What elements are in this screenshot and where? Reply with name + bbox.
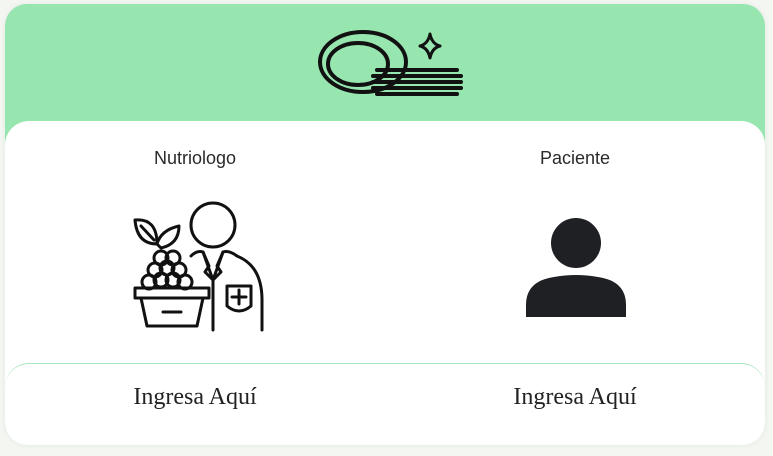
- nutritionist-title: Nutriologo: [153, 148, 237, 168]
- person-icon: [526, 218, 626, 317]
- nutritionist-icon: [133, 201, 264, 332]
- patient-login-link[interactable]: Ingresa Aquí: [385, 384, 765, 411]
- plates-stack-icon: [318, 30, 463, 96]
- role-selection-panel: Nutriologo Paciente Ingresa Aquí Ingresa…: [5, 121, 765, 445]
- login-card: Nutriologo Paciente Ingresa Aquí Ingresa…: [5, 4, 765, 445]
- patient-title: Paciente: [539, 148, 611, 168]
- login-actions: Ingresa Aquí Ingresa Aquí: [5, 363, 765, 445]
- nutritionist-login-link[interactable]: Ingresa Aquí: [5, 384, 385, 411]
